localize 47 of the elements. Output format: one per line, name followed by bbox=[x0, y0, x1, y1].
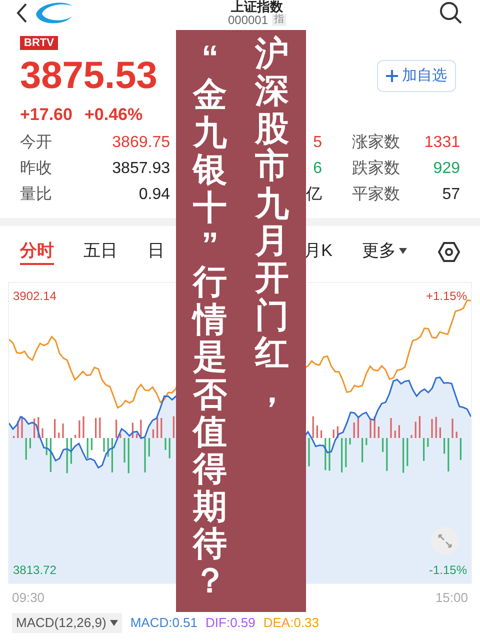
logo-badge: BRTV bbox=[20, 36, 58, 50]
stat-value: 3857.93 bbox=[111, 158, 170, 178]
expand-icon bbox=[438, 534, 452, 548]
chart-tab[interactable]: 五日 bbox=[84, 238, 118, 264]
min-price-label: 3813.72 bbox=[13, 562, 56, 578]
start-time-label: 09:30 bbox=[12, 588, 45, 606]
caret-icon bbox=[398, 246, 408, 254]
chart-tab[interactable]: 更多 bbox=[362, 238, 408, 264]
max-price-label: 3902.14 bbox=[13, 288, 56, 304]
stat-value: 57 bbox=[441, 184, 460, 204]
search-icon[interactable] bbox=[438, 0, 464, 26]
back-icon[interactable] bbox=[16, 2, 28, 24]
stat-value: 1331 bbox=[423, 132, 460, 152]
chart-tab[interactable]: 分时 bbox=[20, 238, 54, 264]
chart-tab[interactable]: 日 bbox=[147, 238, 164, 264]
min-percent-label: -1.15% bbox=[428, 562, 467, 578]
stat-value: 亿 bbox=[306, 184, 322, 204]
settings-icon[interactable] bbox=[438, 240, 460, 262]
end-time-label: 15:00 bbox=[435, 588, 468, 606]
stat-label: 涨家数 bbox=[352, 132, 401, 152]
caret-icon bbox=[110, 620, 118, 626]
stat-value: 3869.75 bbox=[111, 132, 170, 152]
plus-icon bbox=[386, 70, 398, 82]
stat-label: 量比 bbox=[20, 184, 53, 204]
stat-value: 929 bbox=[432, 158, 460, 178]
indicator-value: DEA:0.33 bbox=[263, 614, 320, 632]
stat-label: 跌家数 bbox=[352, 158, 401, 178]
stat-label: 今开 bbox=[20, 132, 53, 152]
chart-tab[interactable]: 月K bbox=[304, 238, 332, 264]
percent-change: +0.46% bbox=[84, 104, 143, 126]
headline-text: “金九银十”行情是否值得期待？ bbox=[193, 40, 227, 601]
price-change: +17.60 bbox=[20, 104, 72, 126]
stock-title: 上证指数 bbox=[230, 0, 283, 13]
max-percent-label: +1.15% bbox=[426, 288, 467, 304]
stat-label: 昨收 bbox=[20, 158, 53, 178]
add-watchlist-button[interactable]: 加自选 bbox=[377, 60, 456, 92]
index-tag: 指 bbox=[272, 14, 286, 26]
stock-code: 000001 bbox=[228, 13, 268, 27]
indicator-selector[interactable]: MACD(12,26,9) bbox=[12, 613, 122, 632]
stat-value: 5 bbox=[312, 132, 322, 152]
indicator-value: DIF:0.59 bbox=[206, 614, 256, 632]
stat-value: 6 bbox=[312, 158, 322, 178]
headline-text: 沪深股市九月开门红， bbox=[255, 36, 289, 410]
stat-label: 平家数 bbox=[352, 184, 401, 204]
stock-price: 3875.53 bbox=[20, 54, 158, 98]
indicator-value: MACD:0.51 bbox=[130, 614, 198, 632]
stat-value: 0.94 bbox=[138, 184, 170, 204]
